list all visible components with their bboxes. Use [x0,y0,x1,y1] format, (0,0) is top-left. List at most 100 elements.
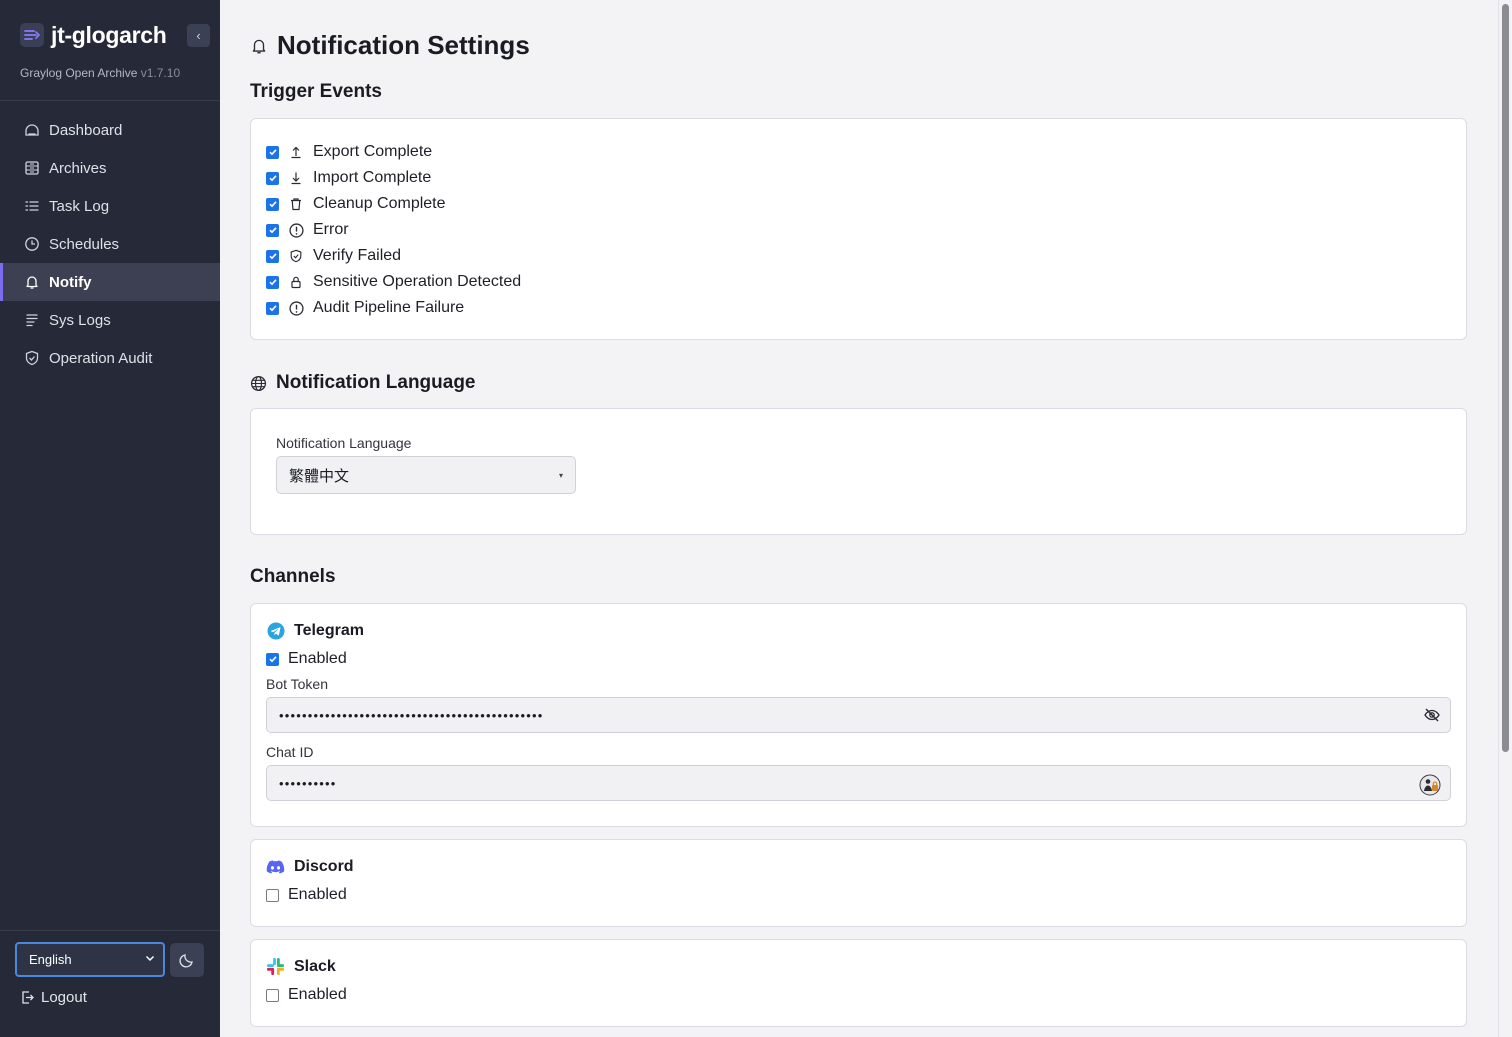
alert-circle-icon [288,222,304,238]
event-checkbox[interactable] [266,249,279,263]
notification-language-value: 繁體中文 [289,467,350,485]
event-verify-failed[interactable]: Verify Failed [266,243,521,269]
dashboard-icon [23,121,41,139]
notification-language-heading: Notification Language [250,372,476,394]
sidebar-item-archives[interactable]: Archives [0,149,220,187]
alert-circle-icon [288,300,304,316]
slack-enabled-checkbox[interactable] [266,988,279,1002]
page-scrollbar[interactable] [1498,0,1512,1037]
slack-enabled-toggle[interactable]: Enabled [266,986,347,1004]
discord-enabled-toggle[interactable]: Enabled [266,886,347,904]
notification-language-label: Notification Language [276,435,412,451]
brand[interactable]: jt-glogarch [20,20,167,50]
app-version: v1.7.10 [140,66,181,80]
upload-icon [288,144,304,160]
telegram-title: Telegram [294,621,364,639]
sidebar-item-task-log[interactable]: Task Log [0,187,220,225]
globe-icon [250,375,267,392]
chat-id-value: •••••••••• [279,775,337,791]
shield-check-icon [23,349,41,367]
logout-button[interactable]: Logout [20,987,87,1007]
bot-token-label: Bot Token [266,676,329,692]
event-export-complete[interactable]: Export Complete [266,139,521,165]
ui-language-select[interactable]: English [15,942,165,977]
sidebar-item-notify[interactable]: Notify [0,263,220,301]
scrollbar-thumb[interactable] [1502,4,1509,752]
event-label: Export Complete [313,143,433,160]
clock-icon [23,235,41,253]
telegram-enabled-label: Enabled [288,650,347,667]
download-icon [288,170,304,186]
event-checkbox[interactable] [266,301,279,315]
sidebar-item-label: Sys Logs [49,311,111,329]
telegram-icon [266,621,285,640]
telegram-enabled-checkbox[interactable] [266,652,279,666]
sidebar-item-label: Task Log [49,197,110,215]
event-checkbox[interactable] [266,197,279,211]
archive-icon [23,159,41,177]
trigger-events-card: Export Complete Import Complete Cleanup … [250,118,1467,340]
slack-card: Slack Enabled [250,939,1467,1027]
discord-enabled-label: Enabled [288,886,347,903]
event-label: Verify Failed [313,247,402,264]
sidebar-nav: Dashboard Archives Task Log Schedules No… [0,111,220,377]
event-label: Error [313,221,349,238]
discord-icon [266,857,285,876]
discord-enabled-checkbox[interactable] [266,888,279,902]
slack-icon [266,957,285,976]
eye-off-icon[interactable] [1423,706,1441,724]
event-label: Import Complete [313,169,432,186]
theme-toggle-button[interactable] [170,943,204,977]
app-subtitle: Graylog Open Archive v1.7.10 [20,66,180,80]
event-checkbox[interactable] [266,171,279,185]
event-error[interactable]: Error [266,217,521,243]
sidebar-item-operation-audit[interactable]: Operation Audit [0,339,220,377]
moon-icon [179,952,195,968]
sidebar-item-schedules[interactable]: Schedules [0,225,220,263]
chevron-down-icon [144,952,156,967]
app-subtitle-text: Graylog Open Archive [20,66,138,80]
bot-token-value: ••••••••••••••••••••••••••••••••••••••••… [279,707,544,723]
trash-icon [288,196,304,212]
sidebar-item-label: Notify [49,273,92,291]
event-checkbox[interactable] [266,145,279,159]
lines-icon [23,311,41,329]
event-label: Cleanup Complete [313,195,446,212]
discord-header: Discord [266,857,354,876]
sidebar-item-label: Schedules [49,235,120,253]
telegram-enabled-toggle[interactable]: Enabled [266,650,347,668]
event-import-complete[interactable]: Import Complete [266,165,521,191]
slack-title: Slack [294,957,336,975]
event-cleanup-complete[interactable]: Cleanup Complete [266,191,521,217]
ui-language-value: English [29,952,72,967]
bot-token-input[interactable]: ••••••••••••••••••••••••••••••••••••••••… [266,697,1451,733]
lock-icon [288,274,304,290]
logout-label: Logout [41,988,87,1006]
event-audit-pipeline-failure[interactable]: Audit Pipeline Failure [266,295,521,321]
event-checkbox[interactable] [266,275,279,289]
collapse-sidebar-button[interactable]: ‹ [187,24,210,47]
notification-language-card: Notification Language 繁體中文 ▾ [250,408,1467,535]
sidebar-item-dashboard[interactable]: Dashboard [0,111,220,149]
chevron-left-icon: ‹ [196,28,201,43]
sidebar-item-sys-logs[interactable]: Sys Logs [0,301,220,339]
sidebar-divider [0,930,220,931]
sidebar-item-label: Dashboard [49,121,123,139]
sidebar-divider [0,100,220,101]
notification-language-select[interactable]: 繁體中文 ▾ [276,456,576,494]
notification-language-title: Notification Language [276,372,476,393]
trigger-events-list: Export Complete Import Complete Cleanup … [266,139,521,321]
slack-enabled-label: Enabled [288,986,347,1003]
page-title: Notification Settings [250,30,530,61]
event-sensitive-operation[interactable]: Sensitive Operation Detected [266,269,521,295]
bell-icon [23,273,41,291]
app-name: jt-glogarch [51,21,167,48]
sidebar-item-label: Operation Audit [49,349,153,367]
chat-id-input[interactable]: •••••••••• [266,765,1451,801]
password-manager-icon[interactable] [1419,774,1441,796]
main-content: Notification Settings Trigger Events Exp… [220,0,1498,1037]
bell-icon [250,37,268,55]
event-checkbox[interactable] [266,223,279,237]
discord-title: Discord [294,857,354,875]
select-arrow-icon: ▾ [558,471,563,480]
